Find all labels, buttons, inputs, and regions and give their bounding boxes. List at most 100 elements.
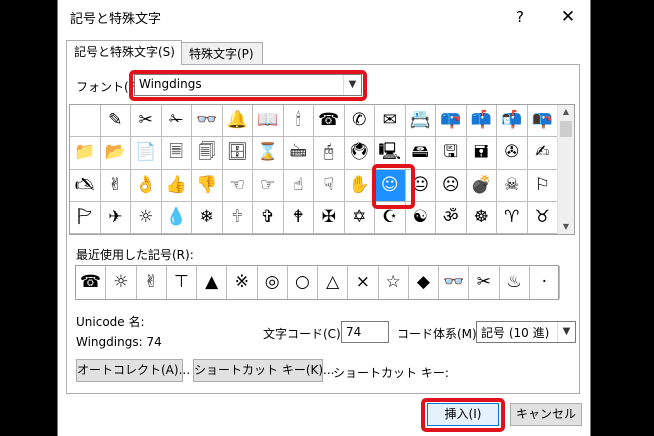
symbol-cell[interactable]: ✇	[497, 137, 528, 170]
symbol-cell[interactable]: 🗏	[161, 137, 192, 170]
symbol-cell[interactable]: ✂	[131, 105, 162, 138]
symbol-cell[interactable]: ✎	[100, 105, 131, 138]
symbol-cell[interactable]: ☸	[466, 201, 497, 234]
symbol-cell[interactable]: ✌	[100, 169, 131, 202]
symbol-cell[interactable]: ✠	[314, 201, 345, 234]
symbol-cell[interactable]: 📭	[527, 105, 558, 138]
symbol-cell[interactable]: ॐ	[436, 201, 467, 234]
symbol-cell[interactable]: ✉	[375, 105, 406, 138]
symbol-cell[interactable]: 📬	[497, 105, 528, 138]
symbol-cell[interactable]: 📇	[405, 105, 436, 138]
insert-button[interactable]: 挿入(I)	[427, 403, 499, 426]
symbol-cell[interactable]: ☼	[131, 201, 162, 234]
symbol-cell[interactable]: 🗄	[222, 137, 253, 170]
grid-scrollbar[interactable]: ▲ ▼	[557, 105, 574, 234]
symbol-cell[interactable]: ✁	[161, 105, 192, 138]
symbol-cell[interactable]: ✞	[253, 201, 284, 234]
symbol-cell[interactable]: 🏱	[70, 201, 101, 234]
recent-symbol-cell[interactable]: ☆	[379, 266, 409, 299]
symbol-cell[interactable]: 📁	[70, 137, 101, 170]
symbol-cell[interactable]: ☝	[283, 169, 314, 202]
symbol-cell[interactable]: ☜	[222, 169, 253, 202]
symbol-cell[interactable]: 🖳	[375, 137, 406, 170]
symbol-cell[interactable]: ☠	[497, 169, 528, 202]
symbol-cell[interactable]: 🕈	[283, 201, 314, 234]
symbol-cell[interactable]: ✍	[527, 137, 558, 170]
symbol-cell[interactable]: ✡	[344, 201, 375, 234]
tab-special-characters[interactable]: 特殊文字(P)	[181, 42, 263, 64]
recent-label: 最近使用した記号(R):	[76, 248, 194, 262]
symbol-cell[interactable]	[70, 105, 101, 138]
symbol-cell[interactable]: 📄	[131, 137, 162, 170]
recent-symbol-cell[interactable]: ◎	[258, 266, 288, 299]
symbol-cell[interactable]: 📖	[253, 105, 284, 138]
char-code-input[interactable]: 74	[341, 321, 389, 343]
symbol-cell[interactable]: 🖰	[314, 137, 345, 170]
recent-symbol-cell[interactable]: ◆	[409, 266, 439, 299]
tab-symbols[interactable]: 記号と特殊文字(S)	[66, 40, 182, 65]
symbol-cell[interactable]: 📫	[466, 105, 497, 138]
symbol-cell[interactable]: 🖎	[70, 169, 101, 202]
recent-symbol-cell[interactable]: 👓	[439, 266, 470, 299]
font-dropdown[interactable]: Wingdings ▼	[134, 74, 362, 96]
help-icon[interactable]: ?	[506, 4, 534, 30]
symbol-cell[interactable]: ♈	[497, 201, 528, 234]
recent-symbol-cell[interactable]: ○	[288, 266, 318, 299]
symbol-cell[interactable]: ☯	[405, 201, 436, 234]
recent-symbol-cell[interactable]: ※	[227, 266, 258, 299]
symbol-cell[interactable]: ⌛	[253, 137, 284, 170]
symbol-cell[interactable]: 🖫	[436, 137, 467, 170]
scroll-down-icon[interactable]: ▼	[558, 220, 574, 234]
symbol-cell[interactable]: 📪	[436, 105, 467, 138]
symbol-cell[interactable]: 😐	[405, 169, 436, 202]
close-icon[interactable]: ✕	[552, 4, 584, 30]
recent-symbol-cell[interactable]: △	[318, 266, 349, 299]
symbol-cell[interactable]: ✋	[344, 169, 375, 202]
chevron-down-icon[interactable]: ▼	[557, 322, 575, 342]
scroll-up-icon[interactable]: ▲	[558, 105, 574, 119]
symbol-cell[interactable]: ☞	[253, 169, 284, 202]
recent-symbol-cell[interactable]: ×	[348, 266, 379, 299]
symbol-cell[interactable]: 🕯	[283, 105, 314, 138]
symbol-cell[interactable]: 👍	[161, 169, 192, 202]
symbol-cell[interactable]: 🗐	[192, 137, 223, 170]
recent-symbol-cell[interactable]: ✂	[469, 266, 500, 299]
symbol-cell[interactable]: 🖲	[344, 137, 375, 170]
recent-symbol-cell[interactable]: ⊤	[167, 266, 197, 299]
symbol-grid: ✎ ✂ ✁ 👓 🔔 📖 🕯 ☎ ✆ ✉ 📇 📪 📫 📬 📭 📁 📂 📄 🗏 🗐 🗄 ⌛ 🖮 🖰 🖲 🖳 🖴 🖫 🖬 ✇ ✍ 🖎 ✌ 👌 👍 👎 ☜ ☞ ☝ ☟…	[69, 104, 575, 235]
symbol-cell[interactable]: ❄	[192, 201, 223, 234]
recent-symbol-cell[interactable]: ♨	[500, 266, 530, 299]
symbol-cell[interactable]: 👎	[192, 169, 223, 202]
symbol-cell[interactable]: 🔔	[222, 105, 253, 138]
symbol-cell-selected[interactable]: ☺	[375, 169, 406, 202]
symbol-cell[interactable]: ♉	[527, 201, 558, 234]
symbol-cell[interactable]: ☎	[314, 105, 345, 138]
symbol-cell[interactable]: 👓	[192, 105, 223, 138]
cancel-button[interactable]: キャンセル	[510, 403, 582, 426]
symbol-cell[interactable]: 🕆	[222, 201, 253, 234]
from-dropdown[interactable]: 記号 (10 進) ▼	[476, 321, 576, 343]
symbol-cell[interactable]: ✈	[100, 201, 131, 234]
scroll-thumb[interactable]	[560, 121, 572, 137]
symbol-cell[interactable]: 🖮	[283, 137, 314, 170]
symbol-cell[interactable]: 🖴	[405, 137, 436, 170]
symbol-cell[interactable]: 👌	[131, 169, 162, 202]
symbol-cell[interactable]: 🖬	[466, 137, 497, 170]
chevron-down-icon[interactable]: ▼	[343, 75, 361, 95]
symbol-cell[interactable]: 💣	[466, 169, 497, 202]
symbol-cell[interactable]: ☟	[314, 169, 345, 202]
tab-symbols-label: 記号と特殊文字(S)	[74, 45, 175, 59]
recent-symbol-cell[interactable]: ▲	[197, 266, 228, 299]
symbol-cell[interactable]: 📂	[100, 137, 131, 170]
symbol-cell[interactable]: ✆	[344, 105, 375, 138]
autocorrect-button[interactable]: オートコレクト(A)...	[76, 359, 190, 382]
shortcut-key-button[interactable]: ショートカット キー(K)...	[193, 359, 335, 382]
recent-symbol-cell[interactable]: ✌	[137, 266, 167, 299]
recent-symbol-cell[interactable]: ☎	[76, 266, 107, 299]
recent-symbol-cell[interactable]: ·	[530, 266, 560, 299]
recent-symbol-cell[interactable]: ☼	[106, 266, 137, 299]
symbol-cell[interactable]: 💧	[161, 201, 192, 234]
symbol-cell[interactable]: ☹	[436, 169, 467, 202]
symbol-cell[interactable]: ☪	[375, 201, 406, 234]
symbol-cell[interactable]: ⚐	[527, 169, 558, 202]
